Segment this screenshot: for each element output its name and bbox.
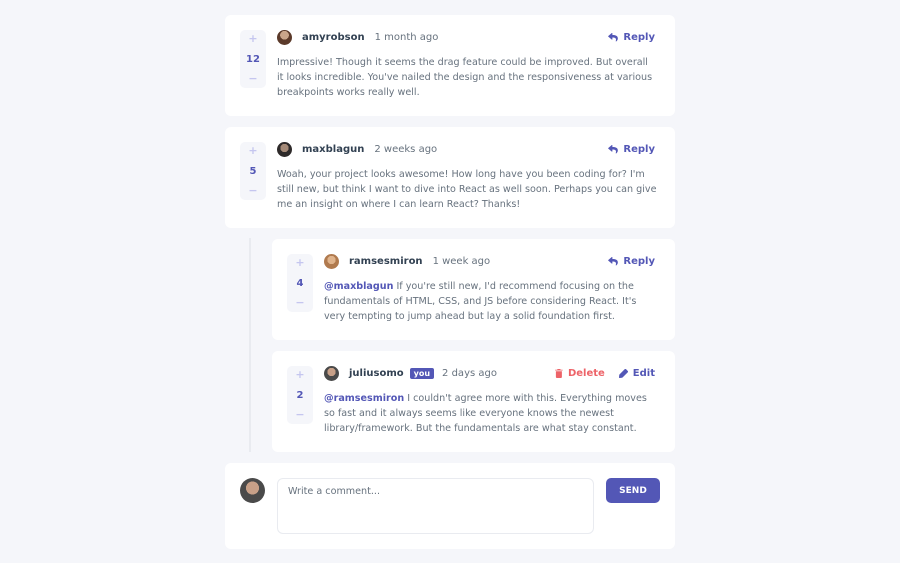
edit-label: Edit [632,367,655,379]
reply-icon [608,144,619,153]
you-badge: you [409,367,435,379]
comment-actions: Reply [608,32,655,43]
vote-control: + 12 − [240,30,266,88]
timestamp: 1 week ago [432,255,491,267]
timestamp: 1 month ago [374,31,439,43]
downvote-button[interactable]: − [295,297,304,309]
reply-button[interactable]: Reply [608,32,655,43]
reply-label: Reply [623,31,655,43]
reply-card: + 4 − ramsesmiron 1 week ago Reply @maxb… [272,239,675,340]
reply-thread-line [249,238,251,452]
comment-composer: Write a comment... SEND [225,463,675,549]
upvote-button[interactable]: + [248,145,257,157]
comment-text: Impressive! Though it seems the drag fea… [277,57,653,98]
delete-label: Delete [567,367,605,379]
comment-text: @maxblagun If you're still new, I'd reco… [324,279,657,324]
reply-button[interactable]: Reply [608,256,655,267]
comment-card: + 12 − amyrobson 1 month ago Reply Impre… [225,15,675,116]
upvote-button[interactable]: + [248,33,257,45]
current-user-avatar [240,478,265,503]
trash-icon [555,368,563,378]
downvote-button[interactable]: − [248,73,257,85]
comment-header: juliusomo you 2 days ago Delete Edit [324,365,655,381]
mention-link[interactable]: @ramsesmiron [324,393,404,404]
username[interactable]: maxblagun [302,144,364,155]
comment-header: amyrobson 1 month ago Reply [277,29,655,45]
pencil-icon [618,368,628,378]
delete-button[interactable]: Delete [555,368,605,379]
username[interactable]: juliusomo [349,368,404,379]
edit-button[interactable]: Edit [618,367,655,379]
comment-card: + 5 − maxblagun 2 weeks ago Reply Woah, … [225,127,675,228]
upvote-button[interactable]: + [295,257,304,269]
reply-icon [608,32,619,41]
comment-actions: Reply [608,256,655,267]
comment-input[interactable]: Write a comment... [277,478,594,534]
comment-header: ramsesmiron 1 week ago Reply [324,253,655,269]
send-button[interactable]: SEND [606,478,660,503]
avatar [277,29,292,45]
vote-control: + 2 − [287,366,313,424]
timestamp: 2 days ago [442,367,497,379]
comment-text: Woah, your project looks awesome! How lo… [277,169,657,210]
mention-link[interactable]: @maxblagun [324,281,393,292]
comment-actions: Reply [608,144,655,155]
score-value: 5 [249,165,257,177]
downvote-button[interactable]: − [295,409,304,421]
username[interactable]: ramsesmiron [349,256,423,267]
reply-label: Reply [623,143,655,155]
avatar [277,141,292,157]
score-value: 4 [296,277,304,289]
reply-icon [608,256,619,265]
vote-control: + 4 − [287,254,313,312]
avatar [324,365,339,381]
score-value: 2 [296,389,304,401]
comment-actions: Delete Edit [555,368,655,379]
timestamp: 2 weeks ago [374,143,438,155]
reply-card: + 2 − juliusomo you 2 days ago Delete Ed… [272,351,675,452]
upvote-button[interactable]: + [295,369,304,381]
score-value: 12 [246,53,260,65]
reply-label: Reply [623,255,655,267]
vote-control: + 5 − [240,142,266,200]
reply-button[interactable]: Reply [608,144,655,155]
comment-header: maxblagun 2 weeks ago Reply [277,141,655,157]
comment-text: @ramsesmiron I couldn't agree more with … [324,391,657,436]
avatar [324,253,339,269]
username[interactable]: amyrobson [302,32,365,43]
downvote-button[interactable]: − [248,185,257,197]
